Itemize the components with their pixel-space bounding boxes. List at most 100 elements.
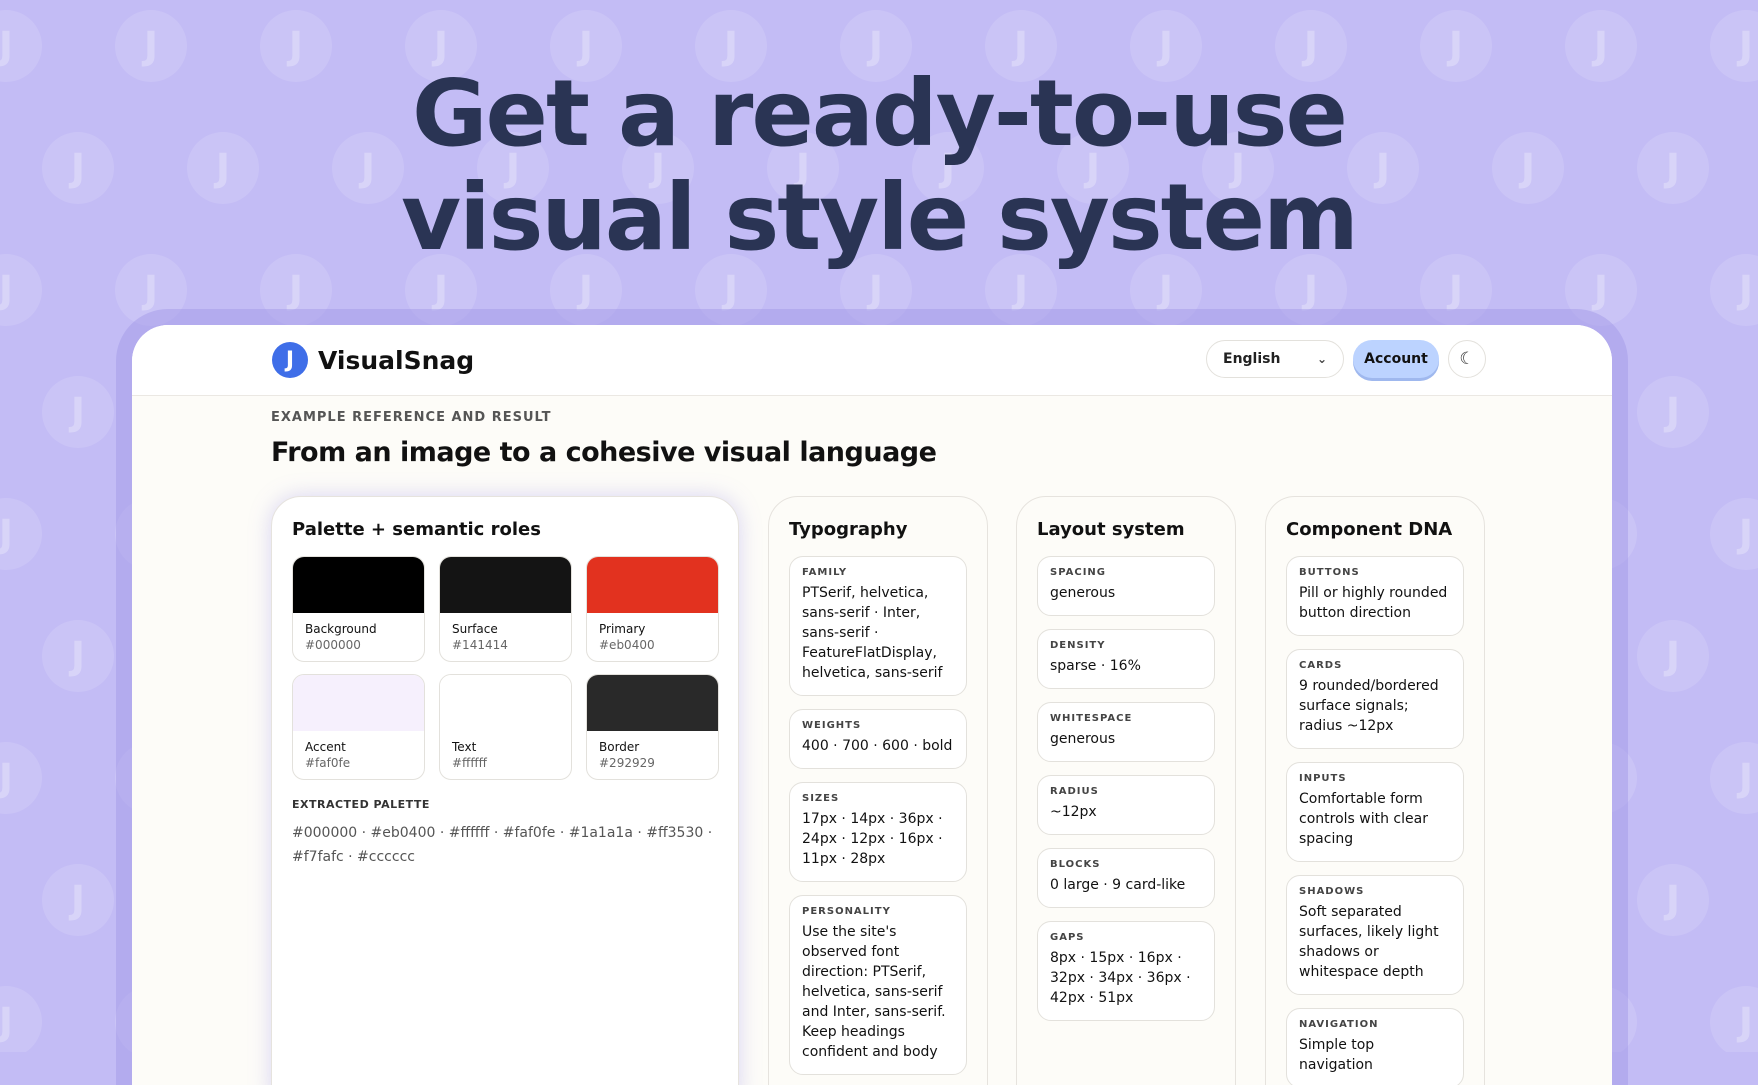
moon-icon[interactable]: ☾ (1448, 340, 1486, 378)
account-button[interactable]: Account (1353, 340, 1439, 378)
hero-line-2: visual style system (401, 164, 1359, 271)
item-label: DENSITY (1050, 640, 1106, 651)
item-value: 9 rounded/bordered surface signals; radi… (1299, 678, 1439, 734)
item-label: PERSONALITY (802, 906, 891, 917)
swatch-hex: #eb0400 (599, 638, 655, 652)
item-label: WEIGHTS (802, 720, 862, 731)
swatch-color (440, 675, 571, 731)
item-label: SIZES (802, 793, 840, 804)
item-value: 400 · 700 · 600 · bold (802, 738, 953, 754)
hook-pattern-icon: J (0, 742, 42, 814)
item-value: Soft separated surfaces, likely light sh… (1299, 904, 1439, 980)
swatch-color (293, 557, 424, 613)
item-value: sparse · 16% (1050, 658, 1141, 674)
swatch-label: Text (452, 740, 477, 754)
item-value: Comfortable form controls with clear spa… (1299, 791, 1428, 847)
component-dna-card-title: Component DNA (1286, 519, 1453, 540)
item-value: generous (1050, 731, 1116, 747)
swatch-label: Background (305, 622, 377, 636)
typography-family: FAMILY PTSerif, helvetica, sans-serif · … (789, 556, 967, 696)
hook-pattern-icon: J (1637, 376, 1709, 448)
layout-whitespace: WHITESPACE generous (1037, 702, 1215, 762)
typography-card: Typography FAMILY PTSerif, helvetica, sa… (768, 496, 988, 1085)
item-label: GAPS (1050, 932, 1085, 943)
item-label: CARDS (1299, 660, 1343, 671)
item-value: Use the site's observed font direction: … (802, 924, 946, 1060)
chevron-down-icon: ⌄ (1316, 352, 1327, 366)
dna-buttons: BUTTONS Pill or highly rounded button di… (1286, 556, 1464, 636)
item-label: SPACING (1050, 567, 1106, 578)
hook-pattern-icon: J (0, 986, 42, 1052)
swatch-background[interactable]: Background #000000 (292, 556, 425, 662)
layout-card-title: Layout system (1037, 519, 1185, 540)
swatch-color (293, 675, 424, 731)
language-value: English (1223, 351, 1281, 367)
swatch-color (440, 557, 571, 613)
swatch-text[interactable]: Text #ffffff (439, 674, 572, 780)
hook-pattern-icon: J (1710, 986, 1758, 1052)
extracted-palette-title: EXTRACTED PALETTE (292, 798, 430, 811)
item-label: INPUTS (1299, 773, 1347, 784)
typography-weights: WEIGHTS 400 · 700 · 600 · bold (789, 709, 967, 769)
brand-logo[interactable]: J VisualSnag (272, 342, 474, 378)
palette-card: Palette + semantic roles Background #000… (271, 496, 739, 1085)
hook-pattern-icon: J (1637, 864, 1709, 936)
language-select[interactable]: English ⌄ (1206, 340, 1344, 378)
item-value: PTSerif, helvetica, sans-serif · Inter, … (802, 585, 943, 681)
dna-inputs: INPUTS Comfortable form controls with cl… (1286, 762, 1464, 862)
item-label: FAMILY (802, 567, 848, 578)
layout-gaps: GAPS 8px · 15px · 16px · 32px · 34px · 3… (1037, 921, 1215, 1021)
swatch-color (587, 557, 718, 613)
swatch-accent[interactable]: Accent #faf0fe (292, 674, 425, 780)
swatch-label: Primary (599, 622, 646, 636)
component-dna-card: Component DNA BUTTONS Pill or highly rou… (1265, 496, 1485, 1085)
swatch-hex: #000000 (305, 638, 361, 652)
swatch-grid: Background #000000 Surface #141414 Prima… (292, 556, 719, 780)
swatch-surface[interactable]: Surface #141414 (439, 556, 572, 662)
layout-blocks: BLOCKS 0 large · 9 card-like (1037, 848, 1215, 908)
dna-navigation: NAVIGATION Simple top navigation (1286, 1008, 1464, 1085)
hero-heading: Get a ready-to-use visual style system (0, 62, 1758, 270)
hook-pattern-icon: J (1710, 742, 1758, 814)
swatch-border[interactable]: Border #292929 (586, 674, 719, 780)
typography-personality: PERSONALITY Use the site's observed font… (789, 895, 967, 1075)
palette-card-title: Palette + semantic roles (292, 519, 541, 540)
swatch-hex: #ffffff (452, 756, 487, 770)
layout-card: Layout system SPACING generous DENSITY s… (1016, 496, 1236, 1085)
item-value: Simple top navigation (1299, 1037, 1375, 1073)
hook-logo-icon: J (272, 342, 308, 378)
swatch-label: Border (599, 740, 640, 754)
item-value: 8px · 15px · 16px · 32px · 34px · 36px ·… (1050, 950, 1191, 1006)
item-label: BUTTONS (1299, 567, 1360, 578)
swatch-primary[interactable]: Primary #eb0400 (586, 556, 719, 662)
item-label: SHADOWS (1299, 886, 1365, 897)
item-value: 0 large · 9 card-like (1050, 877, 1186, 893)
layout-spacing: SPACING generous (1037, 556, 1215, 616)
hook-pattern-icon: J (1637, 620, 1709, 692)
dna-cards: CARDS 9 rounded/bordered surface signals… (1286, 649, 1464, 749)
swatch-hex: #faf0fe (305, 756, 351, 770)
swatch-label: Accent (305, 740, 346, 754)
hook-pattern-icon: J (42, 620, 114, 692)
item-value: ~12px (1050, 804, 1097, 820)
item-label: BLOCKS (1050, 859, 1101, 870)
swatch-color (587, 675, 718, 731)
hook-pattern-icon: J (1710, 498, 1758, 570)
hook-pattern-icon: J (42, 376, 114, 448)
layout-radius: RADIUS ~12px (1037, 775, 1215, 835)
extracted-palette-list: #000000 · #eb0400 · #ffffff · #faf0fe · … (292, 825, 713, 865)
item-label: NAVIGATION (1299, 1019, 1379, 1030)
app-window: J VisualSnag English ⌄ Account ☾ EXAMPLE… (132, 325, 1612, 1085)
section-eyebrow: EXAMPLE REFERENCE AND RESULT (271, 410, 552, 425)
hero-line-1: Get a ready-to-use (412, 60, 1348, 167)
swatch-hex: #292929 (599, 756, 655, 770)
brand-name: VisualSnag (318, 345, 475, 375)
layout-density: DENSITY sparse · 16% (1037, 629, 1215, 689)
dna-shadows: SHADOWS Soft separated surfaces, likely … (1286, 875, 1464, 995)
hook-pattern-icon: J (42, 864, 114, 936)
top-navigation-bar: J VisualSnag English ⌄ Account ☾ (132, 325, 1612, 396)
item-label: WHITESPACE (1050, 713, 1133, 724)
typography-sizes: SIZES 17px · 14px · 36px · 24px · 12px ·… (789, 782, 967, 882)
hook-pattern-icon: J (0, 498, 42, 570)
swatch-hex: #141414 (452, 638, 508, 652)
